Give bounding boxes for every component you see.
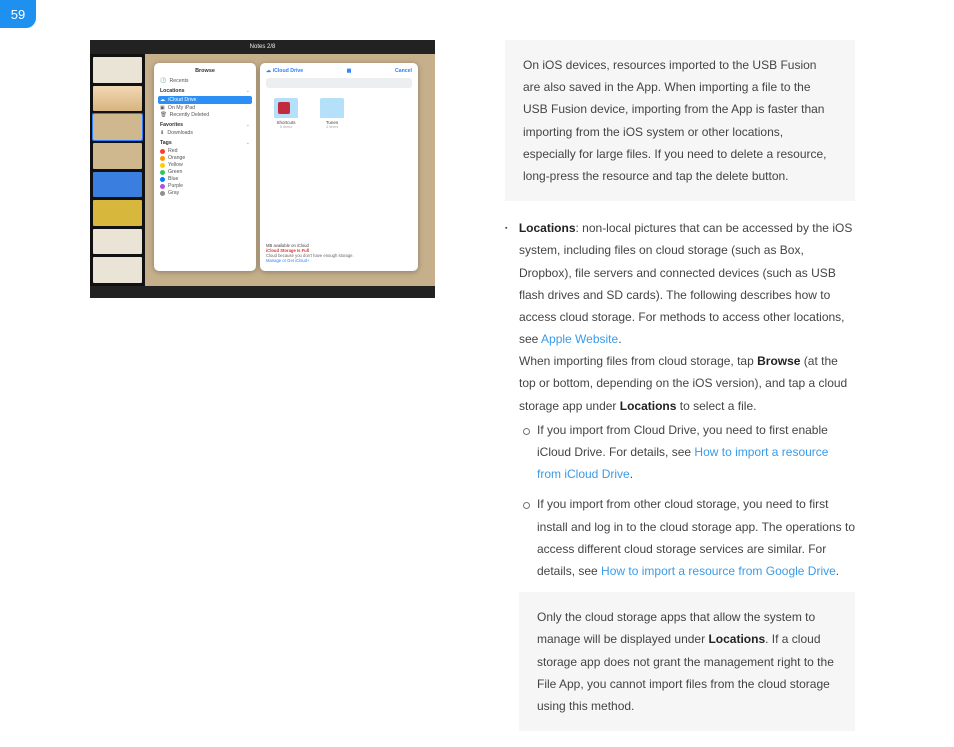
icloud-storage-warning: MB available on iCloud iCloud Storage Is…	[266, 243, 412, 263]
browse-icloud-drive[interactable]: ☁︎ iCloud Drive	[158, 96, 252, 104]
sub-bullet-icloud: If you import from Cloud Drive, you need…	[537, 419, 855, 486]
page-layout: Notes 2/8 Browse 🕑 Recents Locations⌄ ☁︎…	[0, 0, 954, 747]
tag-gray[interactable]: Gray	[160, 190, 250, 196]
icloud-drive-panel: ☁︎ iCloud Drive ▦ Cancel Shortcuts 5 ite…	[260, 63, 418, 271]
link-apple-website[interactable]: Apple Website	[541, 332, 618, 346]
browse-downloads[interactable]: ⬇︎ Downloads	[160, 130, 250, 136]
ipad-thumbnail-strip	[90, 54, 145, 286]
browse-bold: Browse	[757, 354, 800, 368]
browse-locations-heading[interactable]: Locations⌄	[160, 88, 250, 94]
browse-favorites-heading[interactable]: Favorites⌄	[160, 122, 250, 128]
note-box-1: On iOS devices, resources imported to th…	[505, 40, 855, 201]
tag-orange[interactable]: Orange	[160, 155, 250, 161]
sub-bullet-other-cloud: If you import from other cloud storage, …	[537, 493, 855, 582]
locations-inline-bold: Locations	[620, 399, 677, 413]
tag-purple[interactable]: Purple	[160, 183, 250, 189]
folder-tunes[interactable]: Tunes 4 items	[320, 98, 344, 129]
thumbnail[interactable]	[93, 57, 142, 83]
thumbnail[interactable]	[93, 257, 142, 283]
browse-tags-heading[interactable]: Tags⌄	[160, 140, 250, 146]
drive-search[interactable]	[266, 78, 412, 88]
ipad-bottombar	[90, 286, 435, 298]
bullet-locations: Locations: non-local pictures that can b…	[519, 217, 855, 731]
thumbnail[interactable]	[93, 229, 142, 255]
tag-blue[interactable]: Blue	[160, 176, 250, 182]
locations-bold-2: Locations	[708, 632, 765, 646]
browse-on-my-ipad[interactable]: ▣ On My iPad	[160, 105, 250, 111]
browse-recents[interactable]: 🕑 Recents	[160, 78, 250, 84]
ipad-topbar: Notes 2/8	[90, 40, 435, 54]
ipad-screenshot: Notes 2/8 Browse 🕑 Recents Locations⌄ ☁︎…	[90, 40, 435, 298]
page-number-badge: 59	[0, 0, 36, 28]
cancel-button[interactable]: Cancel	[395, 68, 412, 74]
link-how-to-google[interactable]: How to import a resource from Google Dri…	[601, 564, 836, 578]
tag-green[interactable]: Green	[160, 169, 250, 175]
folder-shortcuts[interactable]: Shortcuts 5 items	[274, 98, 298, 129]
drive-select-icon[interactable]: ▦	[347, 68, 352, 74]
thumbnail[interactable]	[93, 143, 142, 169]
note-box-2: Only the cloud storage apps that allow t…	[519, 592, 855, 731]
thumbnail[interactable]	[93, 114, 142, 140]
browse-title: Browse	[160, 68, 250, 74]
thumbnail[interactable]	[93, 172, 142, 198]
tag-yellow[interactable]: Yellow	[160, 162, 250, 168]
upgrade-link[interactable]: Manage or Get iCloud+	[266, 258, 412, 263]
tag-red[interactable]: Red	[160, 148, 250, 154]
drive-title: ☁︎ iCloud Drive	[266, 68, 303, 74]
thumbnail[interactable]	[93, 200, 142, 226]
text-column: On iOS devices, resources imported to th…	[505, 40, 855, 747]
locations-label: Locations	[519, 221, 576, 235]
browse-recently-deleted[interactable]: 🗑 Recently Deleted	[160, 112, 250, 118]
thumbnail[interactable]	[93, 86, 142, 112]
browse-panel: Browse 🕑 Recents Locations⌄ ☁︎ iCloud Dr…	[154, 63, 256, 271]
